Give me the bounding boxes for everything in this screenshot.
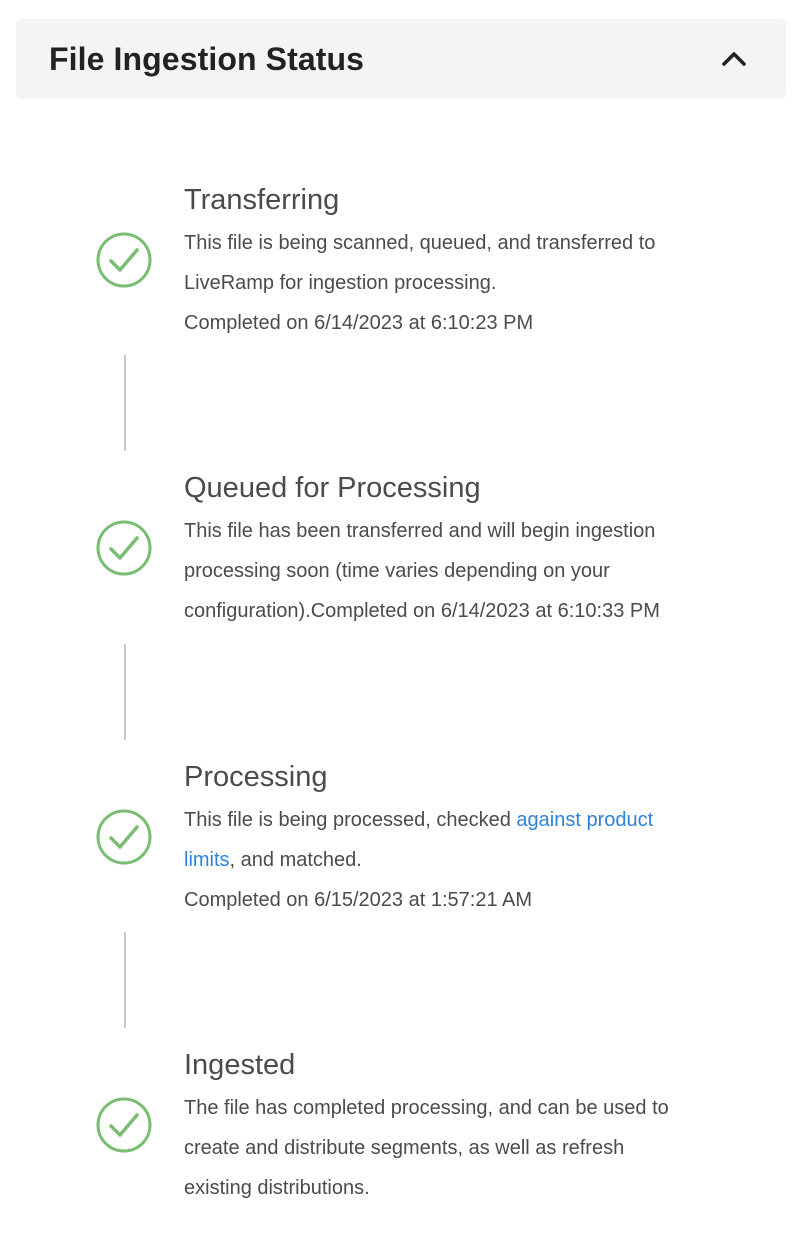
panel-title: File Ingestion Status bbox=[49, 41, 365, 77]
check-circle-icon bbox=[96, 232, 152, 288]
check-circle-icon bbox=[96, 520, 152, 576]
step-description-line: create and distribute segments, as well … bbox=[184, 1137, 625, 1159]
step-completed-time: configuration).Completed on 6/14/2023 at… bbox=[184, 600, 660, 622]
step-description: This file has been transferred and will … bbox=[184, 511, 724, 631]
step-description-line: This file has been transferred and will … bbox=[184, 520, 656, 542]
step-title: Queued for Processing bbox=[184, 472, 481, 504]
step-description-line: LiveRamp for ingestion processing. bbox=[184, 272, 497, 294]
check-circle-icon bbox=[96, 809, 152, 865]
step-completed-time: Completed on 6/15/2023 at 1:57:21 AM bbox=[184, 889, 533, 911]
step-description: The file has completed processing, and c… bbox=[184, 1088, 724, 1208]
step-description-line: This file is being scanned, queued, and … bbox=[184, 232, 656, 254]
step-description-line: This file is being processed, checked ag… bbox=[184, 800, 724, 840]
step-completed-time: Completed on 6/14/2023 at 6:10:23 PM bbox=[184, 312, 534, 334]
panel-header[interactable]: File Ingestion Status bbox=[16, 19, 786, 99]
step-title: Processing bbox=[184, 761, 328, 793]
check-circle-icon bbox=[96, 1097, 152, 1153]
step-description: This file is being processed, checked ag… bbox=[184, 800, 724, 920]
product-limits-link[interactable]: against product bbox=[516, 809, 653, 831]
step-description-line: existing distributions. bbox=[184, 1177, 370, 1199]
step-description-text: This file is being processed, checked bbox=[184, 809, 517, 831]
step-title: Ingested bbox=[184, 1049, 296, 1081]
step-connector bbox=[124, 355, 126, 451]
product-limits-link[interactable]: limits bbox=[184, 849, 230, 871]
step-description-line: The file has completed processing, and c… bbox=[184, 1097, 669, 1119]
step-description-line: processing soon (time varies depending o… bbox=[184, 560, 610, 582]
step-description: This file is being scanned, queued, and … bbox=[184, 223, 724, 343]
chevron-up-icon bbox=[722, 52, 746, 66]
step-description-text: , and matched. bbox=[229, 849, 362, 871]
step-title: Transferring bbox=[184, 184, 340, 216]
collapse-button[interactable] bbox=[718, 43, 750, 75]
step-connector bbox=[124, 644, 126, 740]
step-connector bbox=[124, 932, 126, 1028]
step-description-line: limits, and matched. bbox=[184, 840, 724, 880]
